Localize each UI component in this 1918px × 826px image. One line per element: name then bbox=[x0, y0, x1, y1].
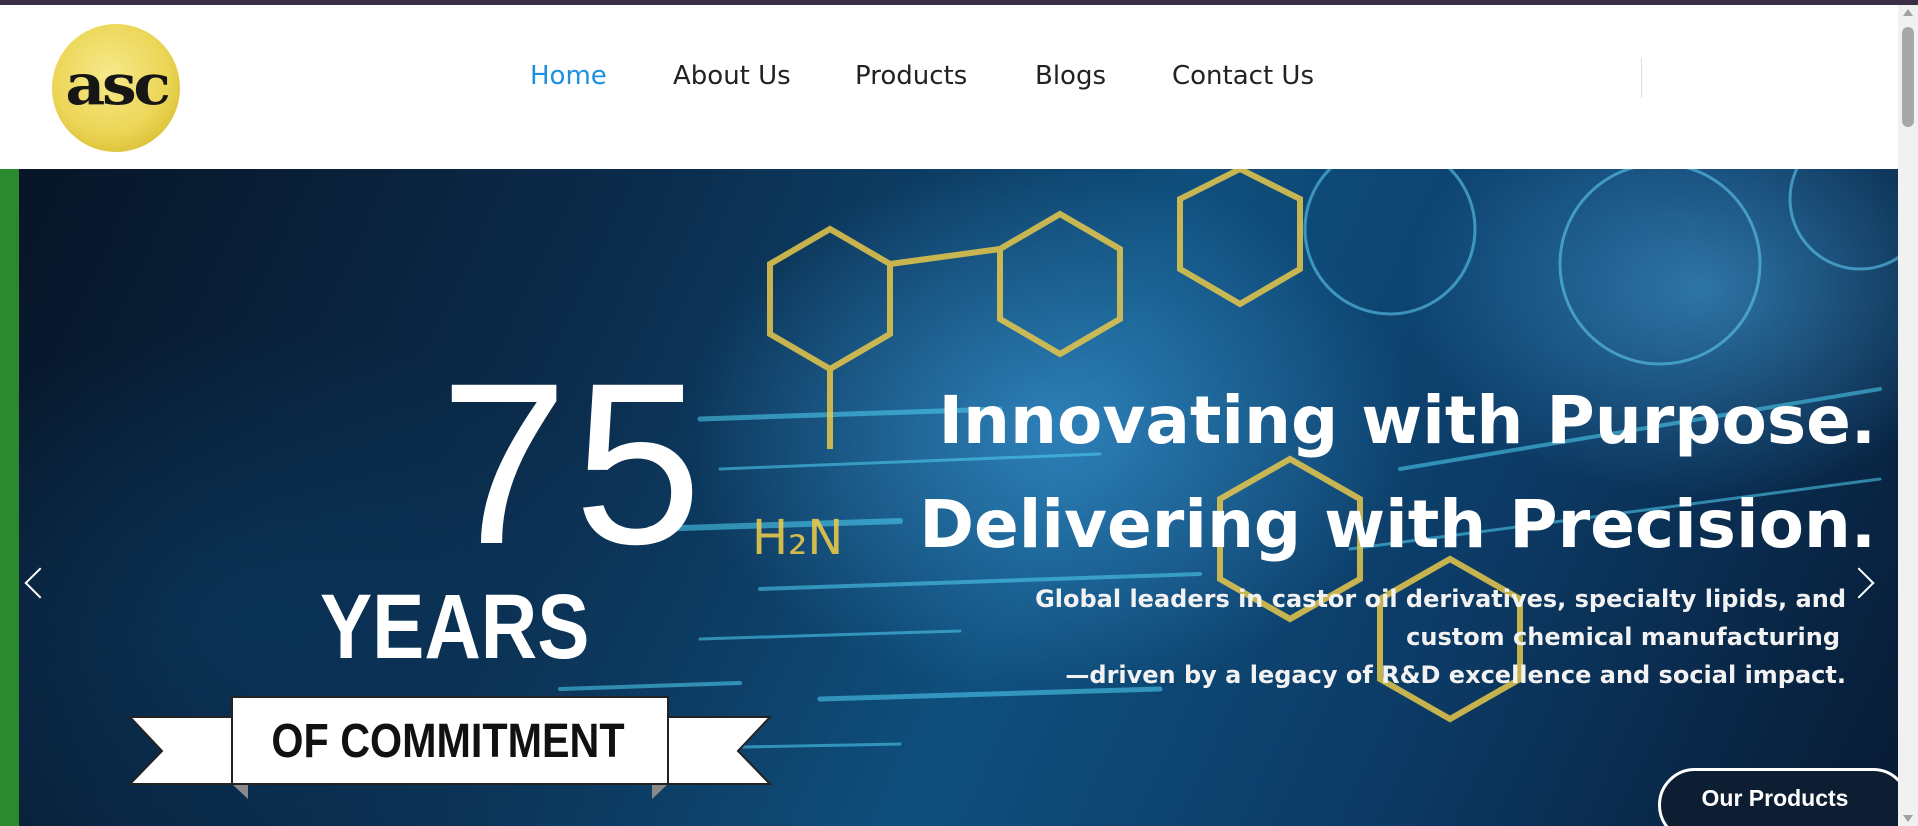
logo-text: asc bbox=[64, 52, 171, 118]
nav-home[interactable]: Home bbox=[530, 61, 607, 91]
nav-divider bbox=[1641, 58, 1642, 98]
nav-about-us[interactable]: About Us bbox=[673, 61, 791, 91]
accent-bar bbox=[0, 169, 19, 826]
scroll-up-icon[interactable] bbox=[1903, 9, 1913, 16]
headline-line-2: Delivering with Precision. bbox=[919, 486, 1876, 563]
site-header: asc Home About Us Products Blogs Contact… bbox=[0, 5, 1898, 169]
anniversary-badge: 75 YEARS OF COMMITMENT bbox=[120, 349, 780, 799]
scroll-thumb[interactable] bbox=[1902, 27, 1914, 127]
subtitle-line-1: Global leaders in castor oil derivatives… bbox=[1035, 585, 1846, 613]
hero-subtitle: Global leaders in castor oil derivatives… bbox=[946, 580, 1846, 694]
subtitle-line-2: custom chemical manufacturing bbox=[1406, 623, 1840, 651]
hero-banner: H₂N 75 YEARS OF COMMITMENT Innovating wi… bbox=[0, 169, 1898, 826]
page-scrollbar[interactable] bbox=[1898, 5, 1918, 826]
nav-blogs[interactable]: Blogs bbox=[1035, 61, 1106, 91]
hero-headline: Innovating with Purpose. Delivering with… bbox=[919, 369, 1876, 577]
nav-contact-us[interactable]: Contact Us bbox=[1172, 61, 1314, 91]
headline-line-1: Innovating with Purpose. bbox=[938, 382, 1876, 459]
ribbon-text: OF COMMITMENT bbox=[271, 715, 625, 768]
brand-logo[interactable]: asc bbox=[52, 24, 180, 152]
scroll-down-icon[interactable] bbox=[1903, 815, 1913, 822]
nav-products[interactable]: Products bbox=[855, 61, 967, 91]
our-products-button[interactable]: Our Products bbox=[1658, 768, 1898, 826]
years-number: 75 bbox=[440, 335, 708, 592]
years-label: YEARS bbox=[320, 576, 590, 678]
subtitle-line-3: —driven by a legacy of R&D excellence an… bbox=[1065, 661, 1846, 689]
